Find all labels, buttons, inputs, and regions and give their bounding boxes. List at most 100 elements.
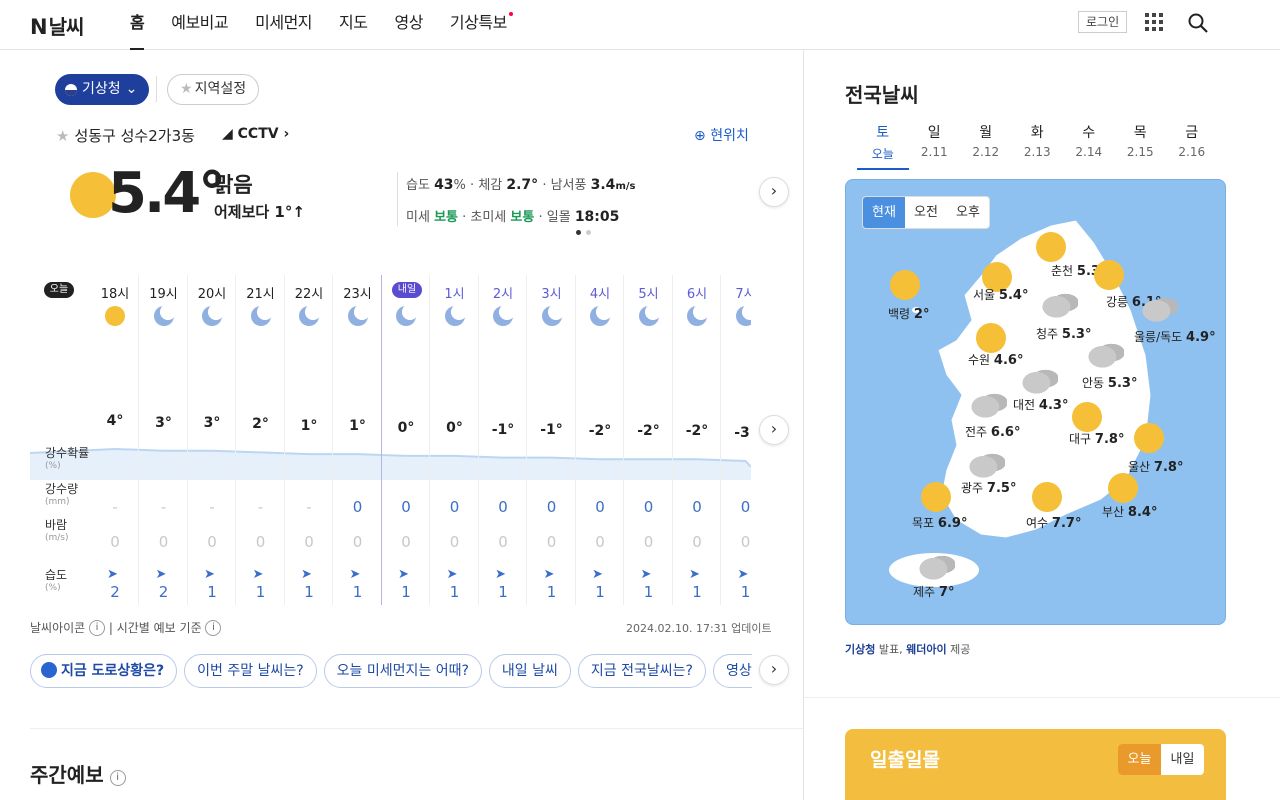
login-button[interactable]: 로그인 bbox=[1078, 11, 1128, 33]
hour-column: 7시-3°00170➤ bbox=[722, 275, 751, 605]
kma-source-button[interactable]: 기상청 ⌄ bbox=[55, 74, 150, 105]
cloudy-icon bbox=[1088, 340, 1124, 368]
day-tab[interactable]: 토 오늘 bbox=[857, 122, 909, 170]
city-weather[interactable]: 수원 4.6° bbox=[968, 351, 1023, 368]
hour-precip-prob: 0 bbox=[595, 498, 605, 516]
city-weather[interactable]: 여수 7.7° bbox=[1026, 514, 1081, 531]
hour-column: 18시4°-0245➤ bbox=[91, 275, 139, 605]
city-weather[interactable]: 부산 8.4° bbox=[1102, 503, 1157, 520]
next-hourly-button[interactable]: › bbox=[759, 415, 789, 445]
chip-dust[interactable]: 오늘 미세먼지는 어때? bbox=[323, 654, 482, 688]
city-weather[interactable]: 안동 5.3° bbox=[1082, 374, 1137, 391]
apps-grid-icon[interactable] bbox=[1145, 13, 1163, 31]
moon-icon bbox=[687, 306, 707, 326]
row-label-precip-prob: 강수확률 (%) bbox=[45, 446, 90, 472]
city-name: 수원 bbox=[968, 353, 991, 367]
day-tab[interactable]: 목 2.15 bbox=[1115, 122, 1167, 170]
wind-direction-icon: ➤ bbox=[737, 567, 749, 582]
nav-home[interactable]: 홈 bbox=[130, 0, 145, 50]
chip-tomorrow[interactable]: 내일 날씨 bbox=[488, 654, 571, 688]
summary-pager[interactable] bbox=[576, 230, 591, 235]
city-weather[interactable]: 제주 7° bbox=[913, 583, 954, 600]
hour-wind: 2 bbox=[110, 583, 120, 601]
chip-weekend[interactable]: 이번 주말 날씨는? bbox=[184, 654, 317, 688]
wind-direction-icon: ➤ bbox=[204, 567, 215, 582]
hour-precip: 0 bbox=[692, 533, 702, 551]
city-weather[interactable]: 목포 6.9° bbox=[912, 514, 967, 531]
day-tab[interactable]: 월 2.12 bbox=[960, 122, 1012, 170]
next-chips-button[interactable]: › bbox=[759, 655, 789, 685]
region-setting-button[interactable]: ★ 지역설정 bbox=[167, 74, 260, 105]
next-summary-button[interactable]: › bbox=[759, 177, 789, 207]
pager-dot[interactable] bbox=[586, 230, 591, 235]
moon-icon bbox=[590, 306, 610, 326]
hour-precip: 0 bbox=[498, 533, 508, 551]
hour-precip-prob: - bbox=[160, 498, 167, 516]
day-tab[interactable]: 수 2.14 bbox=[1063, 122, 1115, 170]
summary-line-1: 습도 43% · 체감 2.7° · 남서풍 3.4m/s bbox=[406, 177, 636, 193]
cloudy-icon bbox=[1022, 366, 1058, 394]
hour-column: 3시-1°00170➤ bbox=[528, 275, 576, 605]
location-name: ★ 성동구 성수2가3동 bbox=[56, 127, 195, 145]
nav-video[interactable]: 영상 bbox=[394, 0, 423, 50]
current-location-button[interactable]: ⊕ 현위치 bbox=[694, 125, 749, 145]
nav-map[interactable]: 지도 bbox=[339, 0, 368, 50]
nav-compare[interactable]: 예보비교 bbox=[171, 0, 228, 50]
moon-icon bbox=[347, 306, 368, 326]
chip-video[interactable]: 영상으로 보는 날씨 bbox=[712, 654, 752, 688]
city-weather[interactable]: 백령 2° bbox=[888, 305, 929, 322]
info-icon[interactable]: i bbox=[205, 620, 222, 636]
sunny-icon bbox=[921, 482, 951, 512]
search-icon[interactable] bbox=[1188, 13, 1208, 33]
city-temp: 5.4° bbox=[998, 288, 1029, 303]
wind-direction-icon: ➤ bbox=[349, 567, 361, 582]
city-name: 울산 bbox=[1128, 460, 1151, 474]
city-temp: 4.9° bbox=[1186, 330, 1216, 345]
hour-column: 20시3°-0155➤ bbox=[188, 275, 236, 605]
segment-pm[interactable]: 오후 bbox=[947, 197, 989, 228]
naver-weather-logo[interactable]: N 날씨 bbox=[30, 11, 84, 40]
suggestion-chips: 지금 도로상황은? 이번 주말 날씨는? 오늘 미세먼지는 어때? 내일 날씨 … bbox=[30, 654, 752, 688]
sun-tab-tomorrow[interactable]: 내일 bbox=[1161, 744, 1204, 775]
hour-precip-prob: - bbox=[112, 498, 118, 516]
main-nav: 홈 예보비교 미세먼지 지도 영상 기상특보 bbox=[130, 0, 534, 50]
day-tab[interactable]: 일 2.11 bbox=[909, 122, 961, 170]
city-name: 부산 bbox=[1102, 505, 1125, 519]
wind-direction-icon: ➤ bbox=[689, 567, 700, 582]
national-weather-map: 현재 오전 오후 춘천 5.3°백령 2°서울 5.4°강릉 6.1°청주 5.… bbox=[845, 179, 1226, 625]
chip-road[interactable]: 지금 도로상황은? bbox=[30, 654, 178, 688]
moon-icon bbox=[444, 306, 465, 326]
hour-precip-prob: 0 bbox=[352, 498, 363, 516]
pager-dot[interactable] bbox=[576, 230, 581, 235]
city-weather[interactable]: 울산 7.8° bbox=[1128, 458, 1183, 475]
city-weather[interactable]: 광주 7.5° bbox=[961, 479, 1016, 496]
hourly-forecast: 18시4°-0245➤19시3°-0255➤20시3°-0155➤21시2°-0… bbox=[30, 275, 751, 605]
segment-am[interactable]: 오전 bbox=[905, 197, 947, 228]
hour-precip-prob: 0 bbox=[692, 498, 702, 516]
hour-label: 4시 bbox=[589, 287, 611, 302]
sun-tab-today[interactable]: 오늘 bbox=[1118, 744, 1161, 775]
city-weather[interactable]: 울릉/독도 4.9° bbox=[1134, 328, 1216, 345]
day-tab[interactable]: 화 2.13 bbox=[1012, 122, 1064, 170]
info-icon[interactable]: i bbox=[89, 620, 106, 636]
nav-dust[interactable]: 미세먼지 bbox=[255, 0, 312, 50]
nav-warning[interactable]: 기상특보 bbox=[450, 0, 513, 50]
info-icon[interactable]: i bbox=[109, 770, 126, 786]
hour-temp: 1° bbox=[300, 418, 318, 435]
cctv-link[interactable]: ◢ CCTV › bbox=[222, 126, 289, 142]
city-weather[interactable]: 서울 5.4° bbox=[973, 286, 1028, 303]
city-temp: 7.5° bbox=[986, 481, 1017, 496]
hour-wind: 1 bbox=[740, 583, 751, 601]
city-weather[interactable]: 대구 7.8° bbox=[1069, 430, 1124, 447]
hour-column: 6시-2°00170➤ bbox=[673, 275, 721, 605]
weekly-title: 주간예보 i bbox=[30, 759, 126, 788]
hour-temp: 4° bbox=[106, 413, 124, 429]
hour-column: 4시-2°00170➤ bbox=[576, 275, 624, 605]
favorite-star-icon[interactable]: ★ bbox=[56, 127, 69, 145]
city-weather[interactable]: 전주 6.6° bbox=[965, 423, 1020, 440]
day-tab[interactable]: 금 2.16 bbox=[1166, 122, 1218, 170]
chip-national[interactable]: 지금 전국날씨는? bbox=[577, 654, 706, 688]
city-weather[interactable]: 대전 4.3° bbox=[1013, 396, 1068, 413]
segment-now[interactable]: 현재 bbox=[863, 197, 905, 228]
city-weather[interactable]: 청주 5.3° bbox=[1036, 325, 1091, 342]
